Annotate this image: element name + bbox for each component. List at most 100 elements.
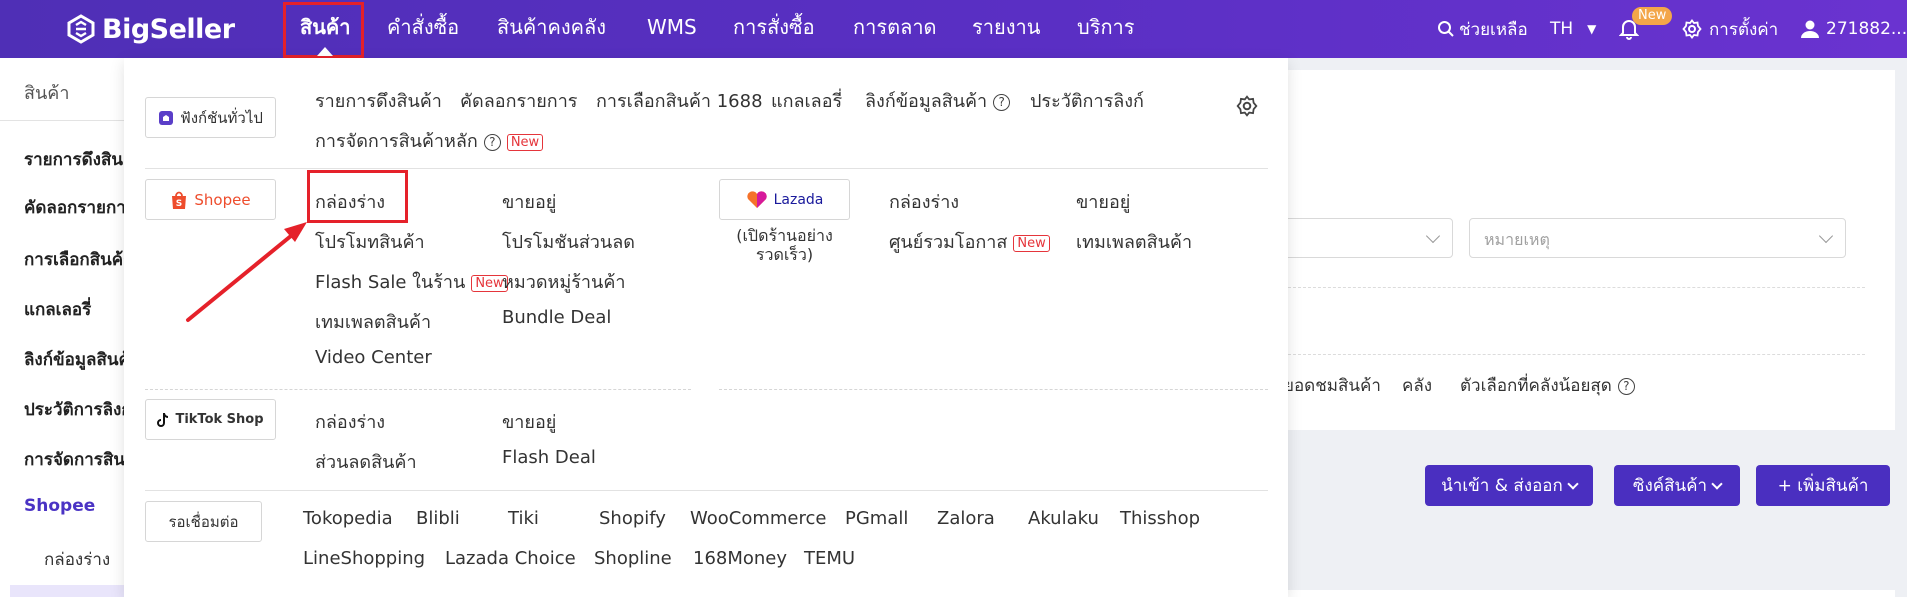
platform-shopline[interactable]: Shopline [594, 548, 672, 569]
annotation-arrow [186, 222, 307, 322]
tiktok-shop-label: TikTok Shop [175, 412, 264, 427]
help-link[interactable]: ช่วยเหลือ [1437, 0, 1528, 58]
platform-pgmall[interactable]: PGmall [845, 508, 908, 529]
question-icon[interactable]: ? [1617, 377, 1635, 395]
lazada-heart-icon [746, 190, 767, 208]
nav-services[interactable]: บริการ [1077, 0, 1135, 58]
user-account[interactable]: 271882... [1800, 0, 1907, 58]
sidebar-item-product-selection[interactable]: การเลือกสินค้า [24, 246, 133, 273]
sort-product-views[interactable]: ยอดชมสินค้า [1284, 372, 1381, 399]
shopee-link-shop-category[interactable]: หมวดหมู่ร้านค้า [502, 267, 626, 296]
tiktok-shop-chip: TikTok Shop [145, 399, 276, 440]
chevron-down-icon [1711, 477, 1723, 490]
platform-akulaku[interactable]: Akulaku [1028, 508, 1099, 529]
sort-lowest-stock-variant[interactable]: ตัวเลือกที่คลังน้อยสุด? [1460, 372, 1635, 399]
lazada-link-active[interactable]: ขายอยู่ [1076, 187, 1130, 216]
shopee-link-video-center[interactable]: Video Center [315, 347, 432, 368]
lazada-link-drafts[interactable]: กล่องร่าง [889, 187, 959, 216]
remark-placeholder: หมายเหตุ [1484, 230, 1550, 249]
tiktok-link-product-discount[interactable]: ส่วนลดสินค้า [315, 447, 417, 476]
filter-panel: หมายเหตุ ยอดชมสินค้า คลัง ตัวเลือกที่คลั… [1278, 70, 1895, 430]
add-product-button[interactable]: + เพิ่มสินค้า [1756, 465, 1890, 506]
lazada-link-opportunity-center[interactable]: ศูนย์รวมโอกาส New [889, 227, 1050, 256]
pending-connection-chip: รอเชื่อมต่อ [145, 501, 262, 542]
help-label: ช่วยเหลือ [1459, 19, 1528, 40]
nav-purchase[interactable]: การสั่งซื้อ [733, 0, 815, 58]
menu-link-1688-selection[interactable]: การเลือกสินค้า 1688 [596, 86, 763, 115]
platform-shopify[interactable]: Shopify [599, 508, 666, 529]
nav-inventory[interactable]: สินค้าคงคลัง [497, 0, 606, 58]
bigseller-logo-icon [67, 14, 95, 44]
platform-woocommerce[interactable]: WooCommerce [690, 508, 826, 529]
new-tag: New [1013, 234, 1050, 252]
platform-blibli[interactable]: Blibli [416, 508, 460, 529]
remark-select[interactable]: หมายเหตุ [1469, 218, 1846, 258]
lazada-note-line-2: รวดเร็ว) [755, 245, 814, 264]
lazada-chip: Lazada [719, 179, 850, 220]
sort-lowest-stock-label: ตัวเลือกที่คลังน้อยสุด [1460, 376, 1612, 396]
platform-168money[interactable]: 168Money [693, 548, 787, 569]
shopee-link-bundle-deal[interactable]: Bundle Deal [502, 307, 611, 328]
bigseller-logo[interactable]: BigSeller [66, 11, 235, 47]
chevron-down-icon [1818, 228, 1834, 244]
tiktok-note-icon [157, 412, 169, 427]
panel-divider [1288, 287, 1865, 288]
platform-lazada-choice[interactable]: Lazada Choice [445, 548, 576, 569]
tiktok-link-flash-deal[interactable]: Flash Deal [502, 447, 596, 468]
lazada-link-product-template[interactable]: เทมเพลตสินค้า [1076, 227, 1192, 256]
section-divider [145, 490, 1268, 491]
platform-thisshop[interactable]: Thisshop [1120, 508, 1200, 529]
menu-link-product-link[interactable]: ลิงก์ข้อมูลสินค้า? [865, 86, 1011, 115]
nav-wms[interactable]: WMS [647, 0, 697, 58]
sort-warehouse[interactable]: คลัง [1402, 372, 1432, 399]
filter-select-left[interactable] [1278, 218, 1453, 258]
tiktok-link-drafts[interactable]: กล่องร่าง [315, 407, 385, 436]
platform-zalora[interactable]: Zalora [937, 508, 995, 529]
tiktok-link-active[interactable]: ขายอยู่ [502, 407, 556, 436]
shopee-link-discount-promotion[interactable]: โปรโมชันส่วนลด [502, 227, 635, 256]
settings-link[interactable]: การตั้งค่า [1682, 0, 1778, 58]
shopee-link-active[interactable]: ขายอยู่ [502, 187, 556, 216]
language-label: TH [1550, 19, 1574, 39]
section-divider [145, 389, 691, 390]
menu-link-copy-listing[interactable]: คัดลอกรายการ [460, 86, 577, 115]
sidebar-active-highlight [10, 585, 124, 597]
nav-marketing[interactable]: การตลาด [853, 0, 937, 58]
lazada-chip-label: Lazada [773, 191, 824, 208]
products-mega-menu: ฟังก์ชันทั่วไป รายการดึงสินค้า คัดลอกราย… [124, 58, 1288, 597]
sidebar-item-copy-listing[interactable]: คัดลอกรายการ [24, 194, 135, 221]
chevron-down-icon [1567, 477, 1579, 490]
nav-active-caret [317, 47, 333, 56]
question-icon[interactable]: ? [483, 133, 501, 151]
sidebar-item-product-link[interactable]: ลิงก์ข้อมูลสินค้า [24, 346, 139, 373]
sidebar-item-shopee[interactable]: Shopee [24, 496, 95, 516]
notification-new-badge: New [1632, 7, 1673, 25]
sidebar-item-link-history[interactable]: ประวัติการลิงก์ [24, 396, 132, 423]
platform-temu[interactable]: TEMU [804, 548, 855, 569]
sidebar-item-gallery[interactable]: แกลเลอรี่ [24, 296, 91, 323]
menu-link-link-history[interactable]: ประวัติการลิงก์ [1030, 86, 1144, 115]
nav-reports[interactable]: รายงาน [972, 0, 1040, 58]
sidebar-title: สินค้า [24, 83, 70, 104]
platform-lineshopping[interactable]: LineShopping [303, 548, 425, 569]
sidebar-subitem-drafts[interactable]: กล่องร่าง [44, 546, 110, 573]
sidebar-divider [0, 120, 124, 121]
language-selector[interactable]: TH ▼ [1550, 0, 1596, 58]
platform-tokopedia[interactable]: Tokopedia [303, 508, 393, 529]
gear-icon[interactable] [1236, 95, 1258, 117]
table-top-strip [1288, 590, 1895, 597]
menu-link-gallery[interactable]: แกลเลอรี่ [771, 86, 842, 115]
left-sidebar: สินค้า รายการดึงสินค้า คัดลอกรายการ การเ… [0, 58, 146, 597]
chevron-down-icon [1425, 228, 1441, 244]
gear-icon [1682, 19, 1702, 39]
question-icon[interactable]: ? [993, 93, 1011, 111]
import-export-button[interactable]: นำเข้า & ส่งออก [1425, 465, 1593, 506]
add-product-label: + เพิ่มสินค้า [1777, 476, 1869, 496]
nav-orders[interactable]: คำสั่งซื้อ [387, 0, 459, 58]
platform-tiki[interactable]: Tiki [508, 508, 539, 529]
brand-name: BigSeller [102, 13, 235, 45]
sync-products-label: ซิงค์สินค้า [1632, 476, 1708, 496]
menu-link-product-link-label: ลิงก์ข้อมูลสินค้า [865, 91, 988, 112]
sync-products-button[interactable]: ซิงค์สินค้า [1614, 465, 1740, 506]
top-navigation-bar: BigSeller สินค้า คำสั่งซื้อ สินค้าคงคลัง… [0, 0, 1907, 58]
